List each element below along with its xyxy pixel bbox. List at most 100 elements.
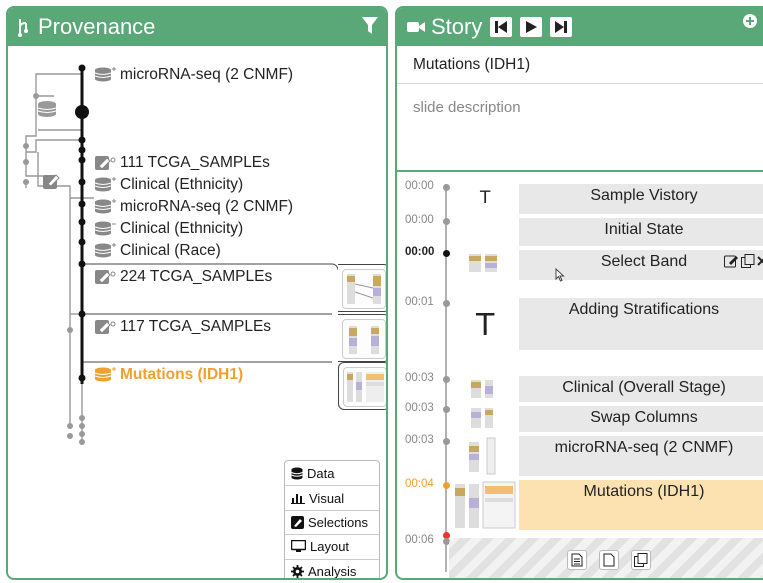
edit-icon: [291, 515, 304, 529]
node-label: Mutations (IDH1): [120, 366, 244, 383]
database-icon: [94, 243, 116, 259]
provenance-node-active[interactable]: Mutations (IDH1): [94, 366, 243, 384]
story-slide[interactable]: microRNA-seq (2 CNMF): [519, 436, 763, 476]
node-label: 117 TCGA_SAMPLEs: [120, 318, 272, 335]
edit-icon: [94, 319, 116, 335]
selections-view-label: Selections: [308, 514, 368, 530]
slide-label: Mutations (IDH1): [583, 483, 705, 500]
state-thumbnail[interactable]: [338, 264, 386, 312]
timeline-dot[interactable]: [443, 438, 450, 445]
add-text-slide-button[interactable]: [567, 550, 587, 570]
slide-label: Adding Stratifications: [568, 301, 720, 318]
timeline-dot-current[interactable]: [443, 250, 450, 257]
slide-title-field[interactable]: Mutations (IDH1): [397, 46, 763, 84]
step-back-button[interactable]: [490, 17, 513, 37]
document-icon: [603, 553, 615, 567]
provenance-tree-icon: [16, 17, 32, 37]
step-back-icon: [494, 20, 508, 34]
timeline-dot[interactable]: [443, 376, 450, 383]
slide-label: Sample Vistory: [590, 187, 698, 204]
add-slide-icon[interactable]: [743, 14, 757, 28]
add-blank-slide-button[interactable]: [599, 550, 619, 570]
node-label: Clinical (Ethnicity): [120, 176, 244, 193]
story-slide[interactable]: Sample Vistory: [519, 184, 763, 214]
provenance-node[interactable]: microRNA-seq (2 CNMF): [94, 198, 293, 216]
database-icon: [94, 67, 116, 83]
data-view-button[interactable]: Data: [285, 461, 379, 485]
provenance-node[interactable]: microRNA-seq (2 CNMF): [94, 66, 293, 84]
provenance-node[interactable]: Clinical (Ethnicity): [94, 176, 243, 194]
timeline-time: 00:01: [405, 296, 434, 308]
visual-view-label: Visual: [309, 490, 345, 506]
timeline-dot[interactable]: [443, 184, 450, 191]
data-view-label: Data: [307, 465, 335, 481]
slide-label: microRNA-seq (2 CNMF): [554, 439, 734, 456]
timeline-time: 00:04: [405, 478, 434, 490]
filter-icon[interactable]: [362, 17, 378, 35]
timeline-dot[interactable]: [443, 406, 450, 413]
analysis-view-label: Analysis: [308, 563, 357, 579]
copy-icon: [634, 553, 648, 567]
text-slide-icon: T: [476, 308, 495, 343]
gear-icon: [291, 564, 304, 578]
edit-icon[interactable]: [724, 254, 739, 268]
layout-view-button[interactable]: Layout: [285, 534, 379, 558]
timeline-time: 00:03: [405, 434, 434, 446]
provenance-node[interactable]: 117 TCGA_SAMPLEs: [94, 318, 271, 336]
visual-view-button[interactable]: Visual: [285, 485, 379, 509]
selections-view-button[interactable]: Selections: [285, 509, 379, 534]
analysis-view-button[interactable]: Analysis: [285, 558, 379, 579]
slide-label: Clinical (Overall Stage): [562, 379, 726, 396]
step-forward-button[interactable]: [550, 17, 573, 37]
database-icon: [291, 467, 303, 480]
story-panel: Story Mutations (IDH1) slide description…: [395, 6, 763, 580]
provenance-panel: Provenance microRNA-seq (2 CNMF) 111 TCG…: [6, 6, 388, 580]
state-thumbnail[interactable]: [338, 314, 386, 362]
database-icon: [94, 177, 116, 193]
bar-chart-icon: [291, 492, 305, 505]
slide-label: Initial State: [604, 221, 684, 238]
copy-icon[interactable]: [741, 254, 755, 268]
story-slide[interactable]: Adding Stratifications: [519, 298, 763, 350]
node-label: Clinical (Race): [120, 242, 221, 259]
play-button[interactable]: [520, 17, 543, 37]
story-slide[interactable]: Initial State: [519, 218, 763, 246]
story-header: Story: [397, 8, 763, 46]
provenance-node[interactable]: Clinical (Ethnicity): [94, 220, 243, 238]
story-slide-active[interactable]: Mutations (IDH1): [519, 480, 763, 530]
story-slide[interactable]: Swap Columns: [519, 406, 763, 432]
story-slide[interactable]: Clinical (Overall Stage): [519, 376, 763, 402]
timeline-time: 00:00: [405, 180, 434, 192]
timeline-time: 00:03: [405, 402, 434, 414]
database-icon: [94, 367, 116, 383]
node-label: Clinical (Ethnicity): [120, 220, 244, 237]
provenance-node[interactable]: 111 TCGA_SAMPLEs: [94, 154, 270, 172]
slide-description-field[interactable]: slide description: [397, 85, 763, 170]
provenance-node[interactable]: Clinical (Race): [94, 242, 221, 260]
state-thumbnail-active[interactable]: [338, 362, 386, 410]
slide-thumbnail: [467, 378, 497, 405]
provenance-node[interactable]: 224 TCGA_SAMPLEs: [94, 268, 272, 286]
node-label: microRNA-seq (2 CNMF): [120, 198, 294, 215]
timeline-time: 00:03: [405, 372, 434, 384]
edit-icon[interactable]: [42, 172, 62, 190]
data-stack-icon[interactable]: [36, 100, 58, 118]
monitor-icon: [291, 540, 306, 553]
close-icon[interactable]: [757, 254, 763, 268]
slide-thumbnail: [467, 436, 497, 481]
timeline-dot[interactable]: [443, 218, 450, 225]
duplicate-slide-button[interactable]: [631, 550, 651, 570]
node-label: 111 TCGA_SAMPLEs: [120, 154, 270, 171]
timeline-dot[interactable]: [443, 300, 450, 307]
step-forward-icon: [554, 20, 568, 34]
video-camera-icon: [407, 20, 425, 34]
timeline-time: 00:00: [405, 214, 434, 226]
document-text-icon: [571, 553, 583, 567]
story-timeline: 00:00 T Sample Vistory 00:00 Initial Sta…: [397, 172, 763, 578]
slide-thumbnail: [467, 406, 497, 435]
edit-icon: [94, 155, 116, 171]
slide-thumbnail: [467, 252, 499, 279]
slide-label: Select Band: [600, 253, 688, 270]
timeline-time: 00:06: [405, 534, 434, 546]
timeline-dot-active[interactable]: [443, 482, 450, 489]
